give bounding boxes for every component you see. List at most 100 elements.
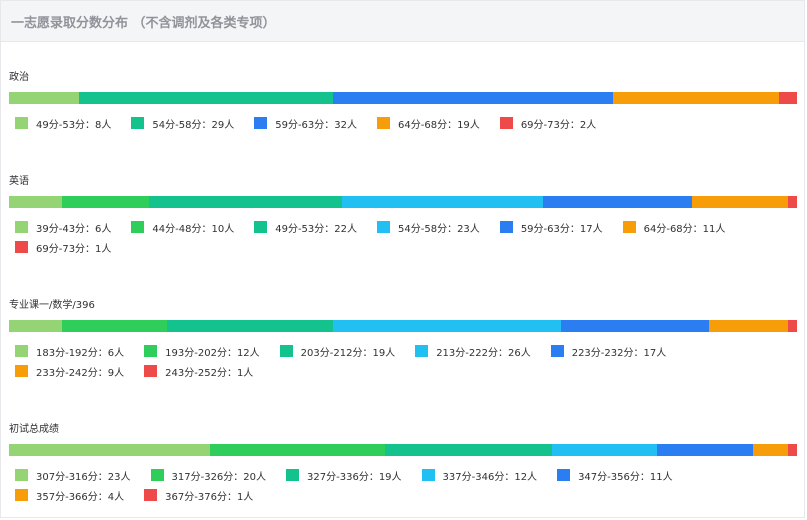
bar-segment[interactable] [560, 320, 710, 332]
bar-segment[interactable] [61, 320, 167, 332]
subject-math: 专业课一/数学/396 183分-192分：6人 193分-202分：12人 203… [9, 299, 804, 381]
subject-title: 初试总成绩 [9, 424, 59, 435]
legend-item[interactable]: 69分-73分：2人 [494, 113, 596, 133]
subject-politics: 政治 49分-53分：8人 54分-58分：29人 59分-63分：32人 64分-6… [9, 71, 804, 133]
bar-segment[interactable] [788, 320, 797, 332]
bar-segment[interactable] [709, 320, 789, 332]
legend-label: 64分-68分：11人 [643, 223, 726, 235]
legend-label: 44分-48分：10人 [152, 223, 235, 235]
legend-item[interactable]: 59分-63分：32人 [248, 113, 357, 133]
legend-label: 337分-346分：12人 [442, 471, 538, 483]
legend-swatch [15, 489, 28, 501]
legend-swatch [131, 221, 145, 233]
bar-segment[interactable] [9, 196, 62, 208]
legend-item[interactable]: 183分-192分：6人 [9, 341, 124, 361]
legend: 49分-53分：8人 54分-58分：29人 59分-63分：32人 64分-68分：… [9, 113, 799, 133]
legend-label: 49分-53分：8人 [36, 119, 112, 131]
legend-item[interactable]: 233分-242分：9人 [9, 361, 124, 381]
legend-swatch [15, 221, 28, 233]
legend-swatch [131, 117, 145, 129]
legend-swatch [499, 221, 513, 233]
legend-item[interactable]: 347分-356分：11人 [551, 465, 673, 485]
legend-label: 203分-212分：19人 [300, 347, 396, 359]
legend-swatch [15, 469, 28, 481]
legend-item[interactable]: 307分-316分：23人 [9, 465, 131, 485]
bar-segment[interactable] [79, 92, 333, 104]
bar-segment[interactable] [656, 444, 754, 456]
bar-segment[interactable] [551, 444, 657, 456]
legend-label: 347分-356分：11人 [578, 471, 673, 483]
bar-segment[interactable] [385, 444, 552, 456]
score-distribution-card: 一志愿录取分数分布 （不含调剂及各类专项） 政治 49分-53分：8人 54分-5… [0, 0, 805, 518]
legend-item[interactable]: 59分-63分：17人 [494, 217, 603, 237]
bar-segment[interactable] [341, 196, 544, 208]
legend-item[interactable]: 54分-58分：23人 [371, 217, 480, 237]
legend-swatch [254, 221, 268, 233]
stacked-bar [9, 196, 797, 208]
legend-item[interactable]: 44分-48分：10人 [125, 217, 234, 237]
bar-segment[interactable] [9, 444, 211, 456]
bar-segment[interactable] [753, 444, 789, 456]
legend-swatch [15, 365, 28, 377]
legend-item[interactable]: 49分-53分：22人 [248, 217, 357, 237]
bar-segment[interactable] [166, 320, 333, 332]
legend-swatch [15, 241, 28, 253]
subject-title: 专业课一/数学/396 [9, 300, 95, 311]
bar-segment[interactable] [613, 92, 780, 104]
legend-swatch [622, 221, 636, 233]
legend-label: 213分-222分：26人 [436, 347, 531, 359]
legend-item[interactable]: 193分-202分：12人 [138, 341, 260, 361]
bar-segment[interactable] [210, 444, 386, 456]
legend-item[interactable]: 69分-73分：1人 [9, 237, 111, 257]
legend-item[interactable]: 213分-222分：26人 [409, 341, 531, 361]
legend-item[interactable]: 243分-252分：1人 [138, 361, 253, 381]
legend-item[interactable]: 49分-53分：8人 [9, 113, 111, 133]
subject-english: 英语 39分-43分：6人 44分-48分：10人 49分-53分：22人 54分-5… [9, 175, 804, 257]
legend-swatch [499, 117, 513, 129]
legend-label: 49分-53分：22人 [275, 223, 358, 235]
legend-item[interactable]: 223分-232分：17人 [545, 341, 667, 361]
legend-label: 69分-73分：2人 [520, 119, 597, 131]
legend-item[interactable]: 337分-346分：12人 [416, 465, 538, 485]
legend-item[interactable]: 357分-366分：4人 [9, 485, 124, 505]
bar-segment[interactable] [788, 196, 797, 208]
legend-label: 357分-366分：4人 [36, 491, 125, 503]
stacked-bar [9, 92, 797, 104]
bar-segment[interactable] [543, 196, 692, 208]
stacked-bar [9, 444, 797, 456]
legend-swatch [377, 221, 391, 233]
legend-item[interactable]: 327分-336分：19人 [280, 465, 402, 485]
bar-segment[interactable] [149, 196, 342, 208]
legend-label: 327分-336分：19人 [307, 471, 402, 483]
legend-item[interactable]: 54分-58分：29人 [125, 113, 234, 133]
legend-swatch [254, 117, 268, 129]
legend-label: 64分-68分：19人 [398, 119, 480, 131]
legend-item[interactable]: 39分-43分：6人 [9, 217, 111, 237]
legend-swatch [377, 117, 391, 129]
bar-segment[interactable] [691, 196, 789, 208]
bar-segment[interactable] [332, 320, 561, 332]
bar-segment[interactable] [61, 196, 150, 208]
legend-item[interactable]: 64分-68分：11人 [617, 217, 726, 237]
bar-segment[interactable] [9, 320, 62, 332]
legend-swatch [15, 117, 28, 129]
legend-item[interactable]: 317分-326分：20人 [145, 465, 267, 485]
legend-label: 183分-192分：6人 [36, 347, 125, 359]
subject-total-score: 初试总成绩 307分-316分：23人 317分-326分：20人 327分-336… [9, 423, 804, 505]
bar-segment[interactable] [332, 92, 614, 104]
legend-item[interactable]: 367分-376分：1人 [138, 485, 253, 505]
legend-swatch [144, 365, 158, 377]
bar-segment[interactable] [779, 92, 797, 104]
legend-label: 243分-252分：1人 [165, 367, 254, 379]
legend-item[interactable]: 64分-68分：19人 [371, 113, 480, 133]
legend-item[interactable]: 203分-212分：19人 [274, 341, 396, 361]
bar-segment[interactable] [9, 92, 80, 104]
bar-segment[interactable] [788, 444, 797, 456]
legend-label: 59分-63分：17人 [520, 223, 603, 235]
legend-label: 223分-232分：17人 [571, 347, 667, 359]
legend-swatch [150, 469, 164, 481]
subject-title: 英语 [9, 176, 29, 187]
legend-label: 317分-326分：20人 [171, 471, 267, 483]
stacked-bar [9, 320, 797, 332]
legend-label: 233分-242分：9人 [36, 367, 125, 379]
